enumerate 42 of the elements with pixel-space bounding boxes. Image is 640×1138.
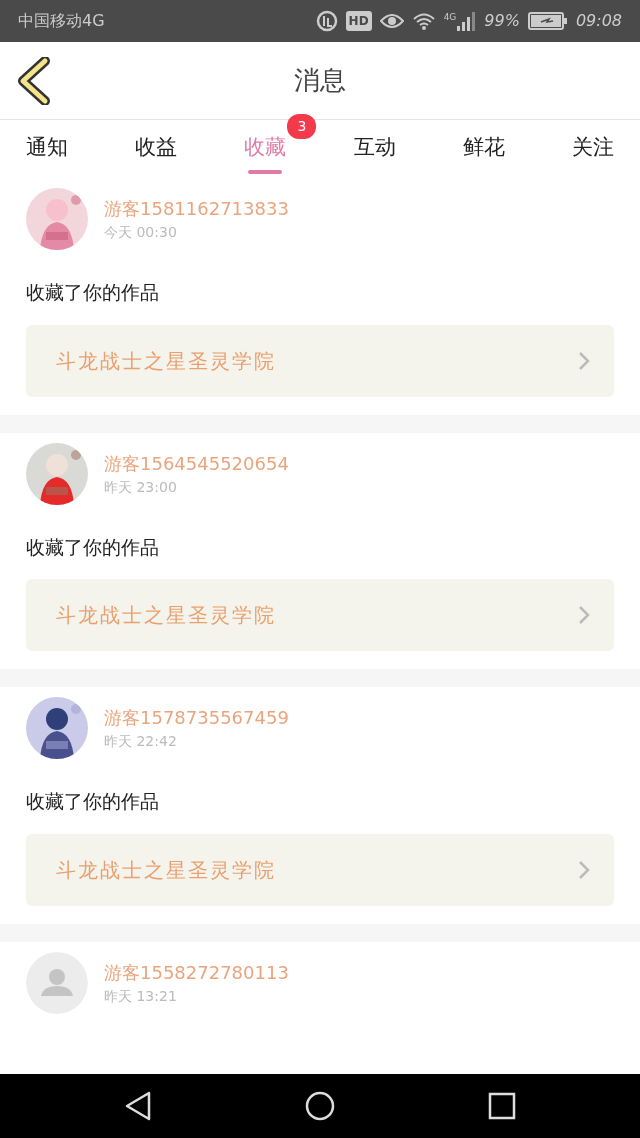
chevron-right-icon: [578, 605, 590, 625]
eye-icon: [379, 12, 404, 30]
chevron-right-icon: [578, 350, 590, 371]
count-badge: 3: [287, 114, 317, 140]
default-avatar-icon: [26, 951, 88, 1014]
message-text: 收藏了你的作品: [26, 789, 160, 814]
user-name[interactable]: 游客1558272780113: [104, 958, 289, 986]
message-text: 收藏了你的作品: [26, 280, 160, 305]
timestamp: 今天 00:30: [104, 223, 178, 242]
clock: 09:08: [575, 10, 622, 32]
home-key[interactable]: [305, 1091, 335, 1121]
volte-icon: [315, 10, 338, 32]
back-key[interactable]: [124, 1091, 153, 1121]
work-card[interactable]: 斗龙战士之星圣灵学院: [26, 833, 614, 906]
chevron-right-icon: [578, 859, 590, 880]
timestamp: 昨天 13:21: [104, 986, 178, 1006]
active-tab-indicator: [248, 169, 283, 174]
timestamp: 昨天 23:00: [104, 477, 178, 497]
work-card[interactable]: 斗龙战士之星圣灵学院: [26, 324, 614, 397]
timestamp: 昨天 22:42: [104, 732, 178, 751]
work-card[interactable]: 斗龙战士之星圣灵学院: [26, 579, 614, 651]
tab[interactable]: 通知: [10, 124, 84, 174]
page-title: 消息: [294, 64, 346, 97]
wifi-icon: [411, 11, 436, 31]
work-title: 斗龙战士之星圣灵学院: [56, 602, 276, 629]
network-type: 4G: [443, 11, 457, 24]
user-name[interactable]: 游客1578735567459: [104, 704, 289, 731]
message-text: 收藏了你的作品: [26, 534, 160, 560]
tab[interactable]: 收益: [119, 124, 194, 174]
carrier-name: 中国移动4G: [18, 10, 105, 32]
tab[interactable]: 鲜花: [446, 124, 521, 174]
user-name[interactable]: 游客1564545520654: [104, 449, 289, 477]
recents-key[interactable]: [487, 1092, 516, 1120]
tab[interactable]: 互动: [337, 124, 412, 174]
tab[interactable]: 关注: [555, 124, 630, 174]
signal-icon: [456, 11, 477, 31]
work-title: 斗龙战士之星圣灵学院: [56, 347, 276, 375]
user-name[interactable]: 游客1581162713833: [104, 195, 289, 222]
battery-percent: 99%: [484, 10, 520, 32]
work-title: 斗龙战士之星圣灵学院: [56, 856, 276, 884]
battery-icon: [527, 12, 568, 30]
hd-indicator: HD: [345, 11, 372, 31]
